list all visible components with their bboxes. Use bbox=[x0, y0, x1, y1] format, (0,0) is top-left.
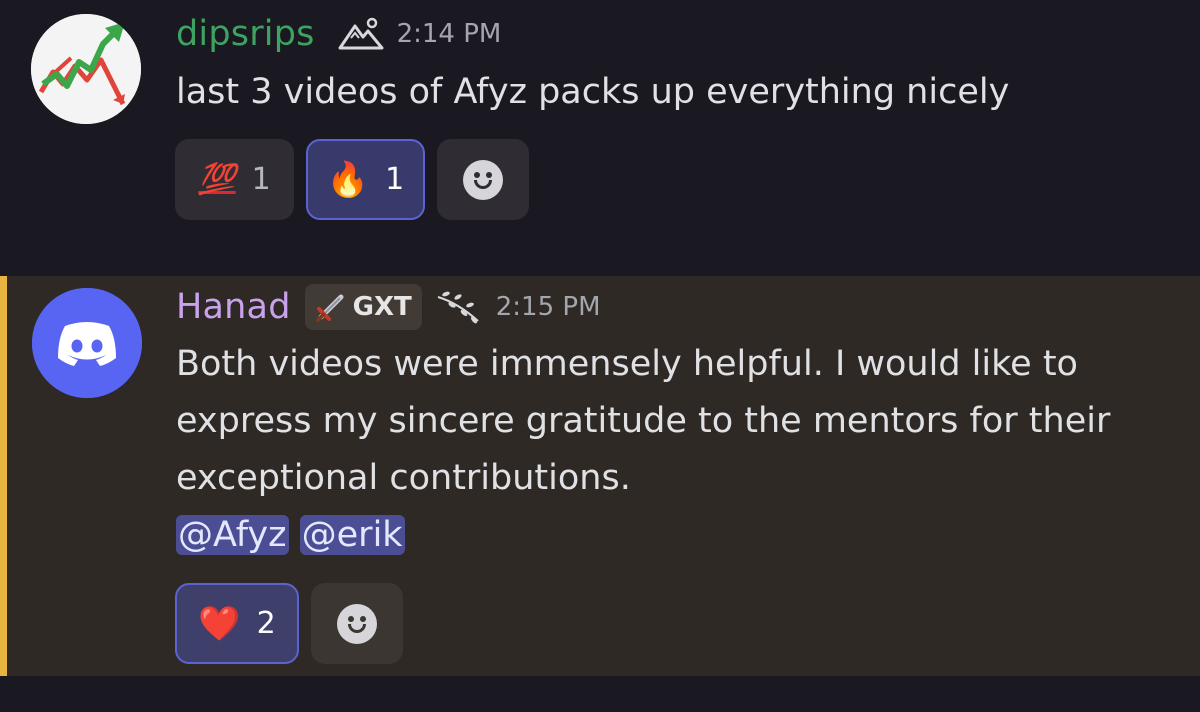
mention-highlight-bar bbox=[0, 276, 7, 676]
username[interactable]: dipsrips bbox=[176, 14, 315, 54]
message-header: dipsrips 2:14 PM bbox=[176, 12, 501, 56]
mention-afyz[interactable]: @Afyz bbox=[176, 515, 289, 555]
reaction-count: 2 bbox=[256, 606, 276, 641]
reactions-bar: ❤️ 2 bbox=[175, 583, 403, 664]
discord-logo-icon bbox=[32, 288, 142, 398]
mountains-icon bbox=[338, 17, 384, 50]
message-dipsrips: dipsrips 2:14 PM last 3 videos of Afyz p… bbox=[0, 0, 1200, 276]
user-avatar[interactable] bbox=[32, 288, 142, 398]
message-text-line: Both videos were immensely helpful. I wo… bbox=[176, 344, 1078, 384]
add-reaction-button[interactable] bbox=[311, 583, 403, 664]
message-content: Both videos were immensely helpful. I wo… bbox=[176, 336, 1110, 564]
message-content: last 3 videos of Afyz packs up everythin… bbox=[176, 64, 1009, 121]
heart-icon: ❤️ bbox=[198, 603, 241, 644]
reaction-fire[interactable]: 🔥 1 bbox=[306, 139, 425, 220]
message-hanad: Hanad GXT 2:15 PM Both videos were immen… bbox=[0, 276, 1200, 676]
message-header: Hanad GXT 2:15 PM bbox=[176, 282, 601, 332]
reaction-heart[interactable]: ❤️ 2 bbox=[175, 583, 299, 664]
hundred-points-icon: 💯 bbox=[198, 162, 236, 197]
fire-icon: 🔥 bbox=[326, 159, 370, 200]
chat-bottom-area bbox=[0, 676, 1200, 712]
smiley-face-icon bbox=[463, 159, 503, 200]
message-timestamp: 2:15 PM bbox=[495, 292, 601, 322]
message-text-line: express my sincere gratitude to the ment… bbox=[176, 401, 1111, 441]
smiley-face-icon bbox=[337, 603, 377, 644]
stock-chart-arrow-icon bbox=[31, 14, 141, 124]
username[interactable]: Hanad bbox=[176, 287, 291, 327]
user-avatar[interactable] bbox=[31, 14, 141, 124]
mentions-line: @Afyz @erik bbox=[176, 507, 1110, 564]
message-text-line: exceptional contributions. bbox=[176, 458, 631, 498]
reaction-count: 1 bbox=[385, 162, 405, 197]
reaction-count: 1 bbox=[251, 162, 271, 197]
add-reaction-button[interactable] bbox=[437, 139, 529, 220]
reactions-bar: 💯 1 🔥 1 bbox=[175, 139, 529, 220]
guild-tag-badge[interactable]: GXT bbox=[304, 284, 422, 330]
guild-tag: GXT bbox=[352, 292, 412, 322]
mention-erik[interactable]: @erik bbox=[299, 515, 405, 555]
branch-icon bbox=[437, 291, 479, 324]
sword-icon bbox=[315, 294, 344, 322]
message-text-line: last 3 videos of Afyz packs up everythin… bbox=[176, 72, 1010, 112]
message-timestamp: 2:14 PM bbox=[396, 19, 502, 49]
reaction-100[interactable]: 💯 1 bbox=[175, 139, 294, 220]
